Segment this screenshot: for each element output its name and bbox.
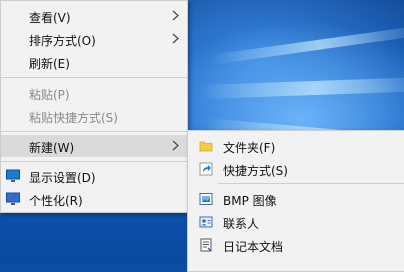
light-beam — [200, 76, 404, 99]
new-submenu: 文件夹(F) 快捷方式(S) BMP 图像 联系人 日记本文档 — [187, 130, 404, 272]
menu-separator — [1, 161, 187, 162]
menu-item-label: 刷新(E) — [29, 57, 70, 71]
menu-separator — [1, 77, 187, 78]
folder-icon — [199, 141, 213, 152]
light-beam — [210, 24, 404, 65]
contact-icon — [199, 216, 213, 228]
menu-item-label: 查看(V) — [29, 11, 71, 25]
menu-item-label: 新建(W) — [29, 141, 75, 155]
submenu-item-contact[interactable]: 联系人 — [188, 211, 404, 233]
menu-item-view[interactable]: 查看(V) — [1, 5, 187, 27]
menu-item-refresh[interactable]: 刷新(E) — [1, 51, 187, 73]
submenu-item-folder[interactable]: 文件夹(F) — [188, 135, 404, 157]
menu-item-personalize[interactable]: 个性化(R) — [1, 188, 187, 210]
menu-separator — [1, 131, 187, 132]
menu-item-label: 个性化(R) — [29, 194, 83, 208]
submenu-item-label: 快捷方式(S) — [223, 164, 288, 178]
submenu-item-label: 文件夹(F) — [223, 141, 276, 155]
journal-document-icon — [200, 238, 212, 252]
menu-item-new[interactable]: 新建(W) — [1, 135, 187, 157]
shortcut-icon — [199, 162, 213, 176]
chevron-right-icon — [172, 10, 179, 21]
chevron-right-icon — [172, 140, 179, 151]
menu-separator — [218, 183, 404, 184]
menu-item-label: 排序方式(O) — [29, 34, 96, 48]
display-settings-icon — [6, 169, 20, 182]
bmp-image-icon — [199, 193, 213, 205]
submenu-item-shortcut[interactable]: 快捷方式(S) — [188, 158, 404, 180]
desktop-context-menu: 查看(V) 排序方式(O) 刷新(E) 粘贴(P) 粘贴快捷方式(S) 新建(W… — [0, 0, 188, 213]
submenu-item-label: BMP 图像 — [223, 194, 277, 208]
menu-item-sort-by[interactable]: 排序方式(O) — [1, 28, 187, 50]
menu-item-paste[interactable]: 粘贴(P) — [1, 82, 187, 104]
menu-item-display-settings[interactable]: 显示设置(D) — [1, 165, 187, 187]
submenu-item-bmp-image[interactable]: BMP 图像 — [188, 188, 404, 210]
submenu-item-journal-document[interactable]: 日记本文档 — [188, 234, 404, 256]
personalize-icon — [6, 192, 20, 205]
menu-item-label: 粘贴(P) — [29, 88, 70, 102]
chevron-right-icon — [172, 33, 179, 44]
menu-item-paste-shortcut[interactable]: 粘贴快捷方式(S) — [1, 105, 187, 127]
menu-item-label: 显示设置(D) — [29, 171, 96, 185]
submenu-item-label: 日记本文档 — [223, 240, 284, 254]
menu-item-label: 粘贴快捷方式(S) — [29, 111, 118, 125]
submenu-item-label: 联系人 — [223, 217, 260, 231]
